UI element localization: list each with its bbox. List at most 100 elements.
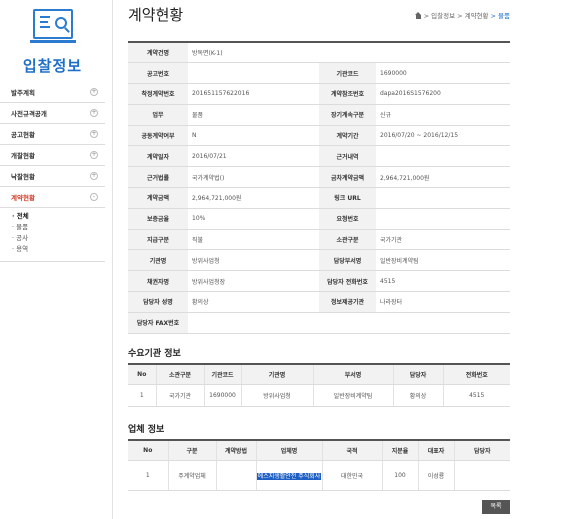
detail-value: 직불 [188, 229, 319, 251]
detail-value [376, 145, 510, 168]
expand-icon[interactable]: + [90, 130, 98, 138]
column-header: 국적 [321, 440, 382, 461]
detail-row: 공고번호 기관코드 1690000 [128, 62, 510, 85]
breadcrumb-current: > 물품 [490, 12, 510, 20]
contract-submenu: · 전체 · 물품 · 공사 · 용역 [0, 208, 105, 262]
table-row: 1 국가기관 1690000 방위사업청 일반장비계약팀 황의상 4515 [128, 384, 510, 407]
sidebar-item-notice[interactable]: 공고현황 + [0, 124, 105, 145]
table-cell: 이성룡 [417, 460, 454, 491]
column-header: No [128, 364, 156, 385]
divider [112, 0, 113, 519]
detail-value [188, 312, 319, 334]
detail-label: 담당자 FAX번호 [128, 312, 188, 334]
detail-label: 기관명 [128, 249, 188, 272]
detail-value: 방위사업청 [188, 249, 319, 272]
breadcrumb-item[interactable]: > 계약현황 [457, 10, 488, 20]
detail-value: 국가계약법() [188, 166, 319, 189]
detail-row: 기관명 방위사업청 담당부서명 일반장비계약팀 [128, 249, 510, 272]
table-cell: 주계약업체 [167, 460, 216, 491]
submenu-item-service[interactable]: · 용역 [12, 244, 105, 255]
detail-value: 10% [188, 208, 319, 230]
detail-label: 공고번호 [128, 62, 188, 85]
detail-label: 계약건명 [128, 42, 188, 64]
sidebar-header: 입찰정보 [0, 0, 105, 82]
company-section-title: 업체 정보 [128, 425, 165, 435]
expand-icon[interactable]: + [90, 88, 98, 96]
detail-value: 황의상 [188, 291, 319, 313]
detail-value: 방위사업청장 [188, 270, 319, 293]
table-cell: 일반장비계약팀 [312, 384, 393, 407]
column-header: 대표자 [417, 440, 454, 461]
detail-label: 보증금율 [128, 208, 188, 230]
breadcrumb: > 입찰정보 > 계약현황 > 물품 [414, 10, 510, 20]
collapse-icon[interactable]: - [90, 193, 98, 201]
sidebar-item-opening[interactable]: 개찰현황 + [0, 145, 105, 166]
detail-label: 기관코드 [319, 62, 376, 85]
expand-icon[interactable]: + [90, 172, 98, 180]
detail-value: 2,964,721,000원 [188, 187, 319, 209]
table-cell: 국가기관 [155, 384, 204, 407]
column-header: 소관구분 [155, 364, 204, 385]
demand-table: No 소관구분 기관코드 기관명 부서명 담당자 전화번호 1 국가기관 169… [128, 363, 510, 407]
detail-value: 물품 [188, 104, 319, 126]
company-name-highlighted[interactable]: 에스지생활안전 주식회사 [256, 472, 322, 480]
detail-label: 담당부서명 [319, 249, 376, 272]
detail-value: 방독면(K-1) [188, 42, 510, 64]
detail-row: 보증금율 10% 요청번호 [128, 208, 510, 230]
detail-label: 금차계약금액 [319, 166, 376, 189]
breadcrumb-item[interactable]: > 입찰정보 [424, 10, 455, 20]
table-cell: 대한민국 [321, 460, 382, 491]
detail-value: 2016/07/20 ~ 2016/12/15 [376, 125, 510, 147]
detail-label: 채권자명 [128, 270, 188, 293]
detail-label: 담당자 성명 [128, 291, 188, 313]
sidebar-item-pre-spec[interactable]: 사전규격공개 + [0, 103, 105, 124]
column-header: 지분율 [381, 440, 418, 461]
detail-value: dapa2016S1576200 [376, 83, 510, 105]
detail-label: 계약금액 [128, 187, 188, 209]
detail-row: 채권자명 방위사업청장 담당자 전화번호 4515 [128, 270, 510, 293]
table-cell: 방위사업청 [240, 384, 313, 407]
table-cell: 100 [381, 460, 418, 491]
page-title: 계약현황 [128, 6, 184, 24]
home-icon[interactable] [414, 11, 422, 19]
detail-row: 착정계약번호 201651157622016 계약참조번호 dapa2016S1… [128, 83, 510, 105]
table-row: 1 주계약업체 에스지생활안전 주식회사 대한민국 100 이성룡 [128, 460, 510, 491]
table-header-row: No 소관구분 기관코드 기관명 부서명 담당자 전화번호 [128, 364, 510, 385]
column-header: 계약방법 [215, 440, 256, 461]
sidebar-item-contract[interactable]: 계약현황 - [0, 187, 105, 208]
detail-row: 계약일자 2016/07/21 근거내역 [128, 145, 510, 168]
sidebar-menu: 발주계획 + 사전규격공개 + 공고현황 + 개찰현황 + 낙찰현황 + 계약현황 - · … [0, 82, 105, 262]
detail-label: 요청번호 [319, 208, 376, 230]
sidebar-item-award[interactable]: 낙찰현황 + [0, 166, 105, 187]
expand-icon[interactable]: + [90, 151, 98, 159]
detail-label: 링크 URL [319, 187, 376, 209]
list-button[interactable]: 목록 [482, 500, 510, 514]
detail-value: N [188, 125, 319, 147]
table-cell: 1 [128, 384, 156, 407]
monitor-stand [30, 40, 76, 43]
detail-row: 업무 물품 장기계속구분 신규 [128, 104, 510, 126]
detail-value: 일반장비계약팀 [376, 249, 510, 272]
detail-label: 계약기간 [319, 125, 376, 147]
submenu-item-goods[interactable]: · 물품 [12, 222, 105, 233]
column-header: 담당자 [392, 364, 443, 385]
submenu-item-construction[interactable]: · 공사 [12, 233, 105, 244]
table-header-row: No 구분 계약방법 업체명 국적 지분율 대표자 담당자 [128, 440, 510, 461]
table-cell: 1 [128, 460, 168, 491]
sidebar-title: 입찰정보 [22, 57, 83, 75]
detail-label: 착정계약번호 [128, 83, 188, 105]
sidebar: 입찰정보 발주계획 + 사전규격공개 + 공고현황 + 개찰현황 + 낙찰현황 + 계약현… [0, 0, 105, 519]
link-url-value[interactable] [376, 187, 510, 209]
detail-label: 정보제공기관 [319, 291, 376, 313]
detail-row: 지급구분 직불 소관구분 국가기관 [128, 229, 510, 251]
table-cell: 황의상 [392, 384, 443, 407]
table-cell: 에스지생활안전 주식회사 [255, 460, 322, 491]
detail-value [188, 62, 319, 85]
detail-label: 담당자 전화번호 [319, 270, 376, 293]
sidebar-item-order-plan[interactable]: 발주계획 + [0, 82, 105, 103]
detail-value: 2016/07/21 [188, 145, 319, 168]
detail-value [376, 208, 510, 230]
expand-icon[interactable]: + [90, 109, 98, 117]
submenu-item-all[interactable]: · 전체 [12, 211, 105, 222]
detail-label: 근거내역 [319, 145, 376, 168]
